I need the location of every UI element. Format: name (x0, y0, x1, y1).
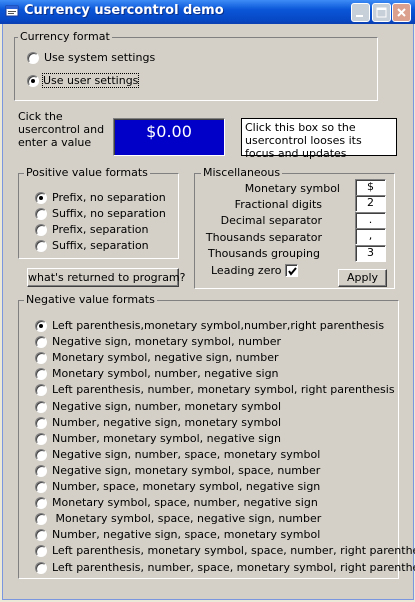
negative-format-label[interactable]: Left parenthesis, number, monetary symbo… (52, 383, 395, 396)
radio-prefix-separation-label[interactable]: Prefix, separation (52, 223, 148, 236)
positive-formats-group-label: Positive value formats (24, 166, 150, 179)
decimal-separator-label: Decimal separator (220, 214, 322, 227)
radio-prefix-no-separation-label[interactable]: Prefix, no separation (52, 191, 166, 204)
miscellaneous-group-label: Miscellaneous (201, 166, 283, 179)
negative-format-label[interactable]: Left parenthesis,monetary symbol,number,… (52, 319, 384, 332)
decimal-separator-input[interactable]: . (355, 212, 386, 229)
maximize-button[interactable] (372, 3, 391, 22)
negative-format-radio[interactable] (35, 433, 47, 445)
negative-format-label[interactable]: Left parenthesis, number, space, monetar… (52, 561, 415, 574)
negative-format-radio[interactable] (35, 320, 47, 332)
minimize-icon (356, 15, 363, 17)
minimize-button[interactable] (351, 3, 370, 22)
negative-format-radio[interactable] (35, 481, 47, 493)
close-button[interactable] (392, 3, 411, 22)
monetary-symbol-label: Monetary symbol (244, 182, 340, 195)
negative-format-radio[interactable] (35, 449, 47, 461)
radio-suffix-no-separation[interactable] (35, 208, 47, 220)
negative-format-radio[interactable] (35, 352, 47, 364)
negative-format-label[interactable]: Monetary symbol, space, number, negative… (52, 496, 318, 509)
whats-returned-button[interactable]: what's returned to program? (27, 268, 186, 287)
negative-format-label[interactable]: Number, space, monetary symbol, negative… (52, 480, 320, 493)
leading-zero-checkbox[interactable] (285, 264, 298, 277)
fractional-digits-input[interactable]: 2 (355, 195, 386, 212)
radio-use-user-settings-label[interactable]: Use user settings (41, 73, 140, 88)
leading-zero-label: Leading zero (211, 264, 282, 277)
negative-format-label[interactable]: Negative sign, number, monetary symbol (52, 400, 281, 413)
negative-format-label[interactable]: Negative sign, monetary symbol, space, n… (52, 464, 320, 477)
negative-format-label[interactable]: Monetary symbol, number, negative sign (52, 367, 279, 380)
window-title: Currency usercontrol demo (24, 3, 224, 18)
radio-use-user-settings[interactable] (27, 75, 39, 87)
negative-format-radio[interactable] (35, 417, 47, 429)
negative-format-label[interactable]: Negative sign, number, space, monetary s… (52, 448, 320, 461)
close-icon (397, 8, 406, 17)
monetary-symbol-input[interactable]: $ (355, 179, 386, 196)
title-bar[interactable]: Currency usercontrol demo (0, 0, 415, 24)
radio-use-system-settings[interactable] (27, 52, 39, 64)
radio-prefix-no-separation[interactable] (35, 192, 47, 204)
thousands-separator-label: Thousands separator (205, 231, 322, 244)
negative-format-radio[interactable] (35, 336, 47, 348)
negative-format-radio[interactable] (35, 465, 47, 477)
thousands-grouping-label: Thousands grouping (207, 247, 320, 260)
negative-format-label[interactable]: Number, negative sign, monetary symbol (52, 416, 281, 429)
radio-suffix-separation[interactable] (35, 240, 47, 252)
apply-button[interactable]: Apply (338, 269, 387, 287)
negative-format-label[interactable]: Number, monetary symbol, negative sign (52, 432, 281, 445)
currency-format-group (14, 37, 378, 101)
negative-format-radio[interactable] (35, 545, 47, 557)
negative-format-label[interactable]: Left parenthesis, monetary symbol, space… (52, 544, 415, 557)
radio-use-system-settings-label[interactable]: Use system settings (44, 51, 155, 64)
negative-format-radio[interactable] (35, 497, 47, 509)
negative-format-radio[interactable] (35, 562, 47, 574)
checkmark-icon (288, 267, 297, 276)
thousands-separator-input[interactable]: , (355, 228, 386, 245)
usercontrol-prompt: Cick the usercontrol and enter a value (18, 110, 105, 149)
negative-format-radio[interactable] (35, 368, 47, 380)
focus-hint-box[interactable]: Click this box so the usercontrol looses… (241, 118, 397, 160)
currency-usercontrol[interactable]: $0.00 (113, 118, 225, 156)
negative-format-label[interactable]: Negative sign, monetary symbol, number (52, 335, 281, 348)
app-window-icon[interactable] (5, 4, 19, 18)
negative-format-radio[interactable] (35, 401, 47, 413)
negative-format-label[interactable]: Monetary symbol, space, negative sign, n… (52, 512, 321, 525)
negative-format-radio[interactable] (35, 384, 47, 396)
currency-format-group-label: Currency format (18, 30, 112, 43)
radio-suffix-no-separation-label[interactable]: Suffix, no separation (52, 207, 166, 220)
negative-format-radio[interactable] (35, 513, 47, 525)
radio-prefix-separation[interactable] (35, 224, 47, 236)
negative-formats-group-label: Negative value formats (24, 293, 157, 306)
thousands-grouping-input[interactable]: 3 (355, 245, 386, 262)
fractional-digits-label: Fractional digits (234, 198, 322, 211)
maximize-icon (376, 7, 387, 18)
negative-format-label[interactable]: Monetary symbol, negative sign, number (52, 351, 279, 364)
radio-suffix-separation-label[interactable]: Suffix, separation (52, 239, 149, 252)
negative-format-label[interactable]: Number, negative sign, space, monetary s… (52, 528, 320, 541)
negative-format-radio[interactable] (35, 529, 47, 541)
